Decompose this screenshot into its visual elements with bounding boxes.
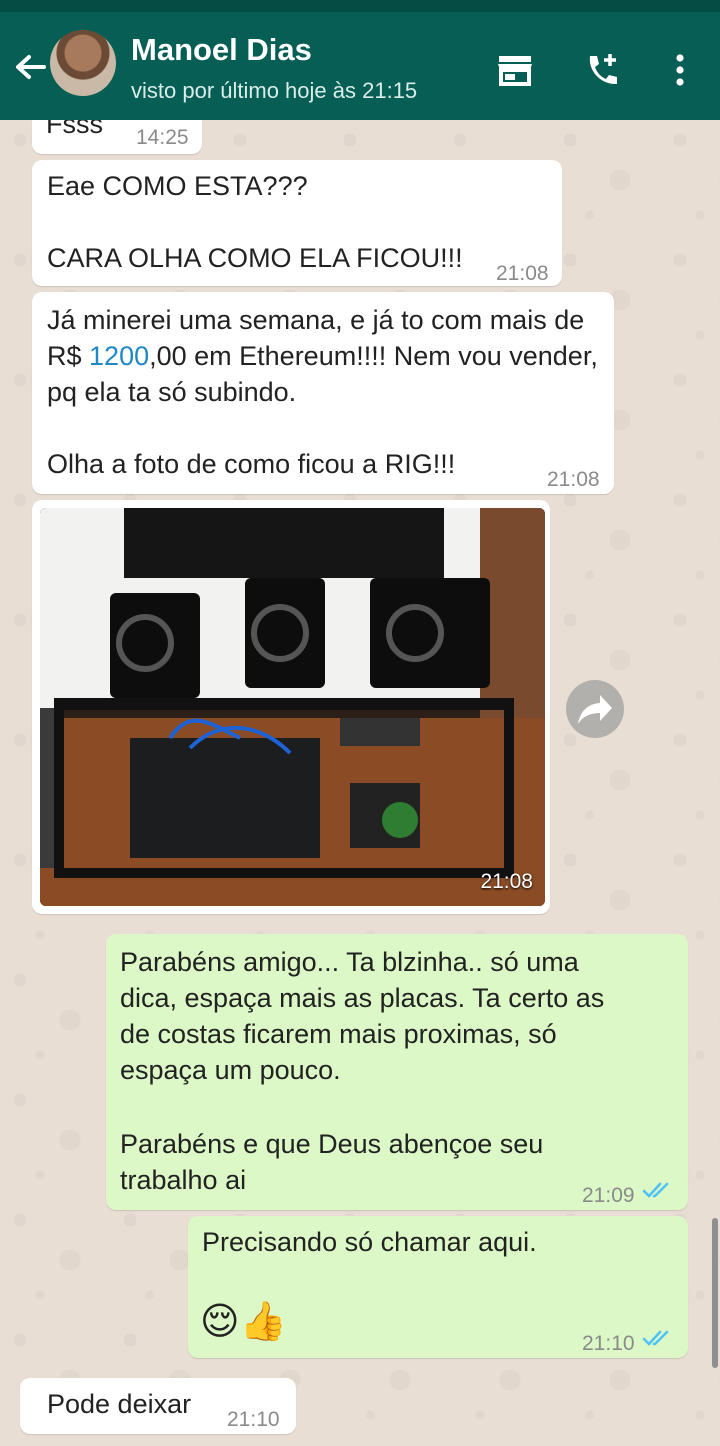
message-incoming[interactable]: Pode deixar 21:10 <box>20 1378 296 1434</box>
message-text: Fsss <box>46 120 103 139</box>
last-seen-status: visto por último hoje às 21:15 <box>131 78 418 103</box>
forward-icon <box>578 695 612 724</box>
avatar[interactable] <box>50 30 116 96</box>
phone-number-link[interactable]: 1200 <box>89 341 149 371</box>
message-text-line: Eae COMO ESTA??? <box>47 171 308 201</box>
message-image[interactable]: 21:08 <box>32 500 550 914</box>
message-text: Parabéns e que Deus abençoe seu trabalho… <box>120 1129 551 1195</box>
message-text: Precisando só chamar aqui. <box>202 1227 537 1257</box>
back-arrow-icon[interactable] <box>10 48 50 88</box>
read-receipt-icon <box>642 1330 669 1346</box>
message-incoming[interactable]: Já minerei uma semana, e já to com mais … <box>32 292 614 494</box>
read-receipt-icon <box>642 1182 669 1198</box>
message-outgoing[interactable]: Parabéns amigo... Ta blzinha.. só uma di… <box>106 934 688 1210</box>
message-text: Pode deixar <box>47 1389 192 1419</box>
message-incoming[interactable]: Fsss 14:25 <box>32 120 202 154</box>
system-status-bar <box>0 0 720 12</box>
message-incoming[interactable]: Eae COMO ESTA??? CARA OLHA COMO ELA FICO… <box>32 160 562 286</box>
more-vert-icon[interactable] <box>660 50 700 90</box>
chat-header: Manoel Dias visto por último hoje às 21:… <box>0 12 720 120</box>
message-text-line: CARA OLHA COMO ELA FICOU!!! <box>47 243 463 273</box>
message-time: 14:25 <box>136 126 189 149</box>
add-call-icon[interactable] <box>582 50 622 90</box>
message-text: Parabéns amigo... Ta blzinha.. só uma di… <box>120 947 612 1085</box>
forward-button[interactable] <box>566 680 624 738</box>
emoji-content: 😌👍 <box>200 1301 287 1343</box>
message-outgoing[interactable]: Precisando só chamar aqui. 😌👍 21:10 <box>188 1216 688 1358</box>
message-time: 21:10 <box>582 1332 635 1355</box>
storefront-icon[interactable] <box>495 50 535 90</box>
message-time: 21:09 <box>582 1184 635 1207</box>
contact-name[interactable]: Manoel Dias <box>131 32 312 68</box>
mining-rig-photo[interactable]: 21:08 <box>40 508 545 906</box>
message-text-line: Olha a foto de como ficou a RIG!!! <box>47 449 456 479</box>
message-time: 21:10 <box>227 1408 280 1431</box>
message-time: 21:08 <box>480 870 533 893</box>
message-text: Já minerei uma semana, e já to com mais … <box>47 305 606 407</box>
scrollbar[interactable] <box>712 1218 718 1368</box>
message-list[interactable]: Fsss 14:25 Eae COMO ESTA??? CARA OLHA CO… <box>0 120 720 1446</box>
message-time: 21:08 <box>547 468 600 491</box>
message-time: 21:08 <box>496 262 549 285</box>
